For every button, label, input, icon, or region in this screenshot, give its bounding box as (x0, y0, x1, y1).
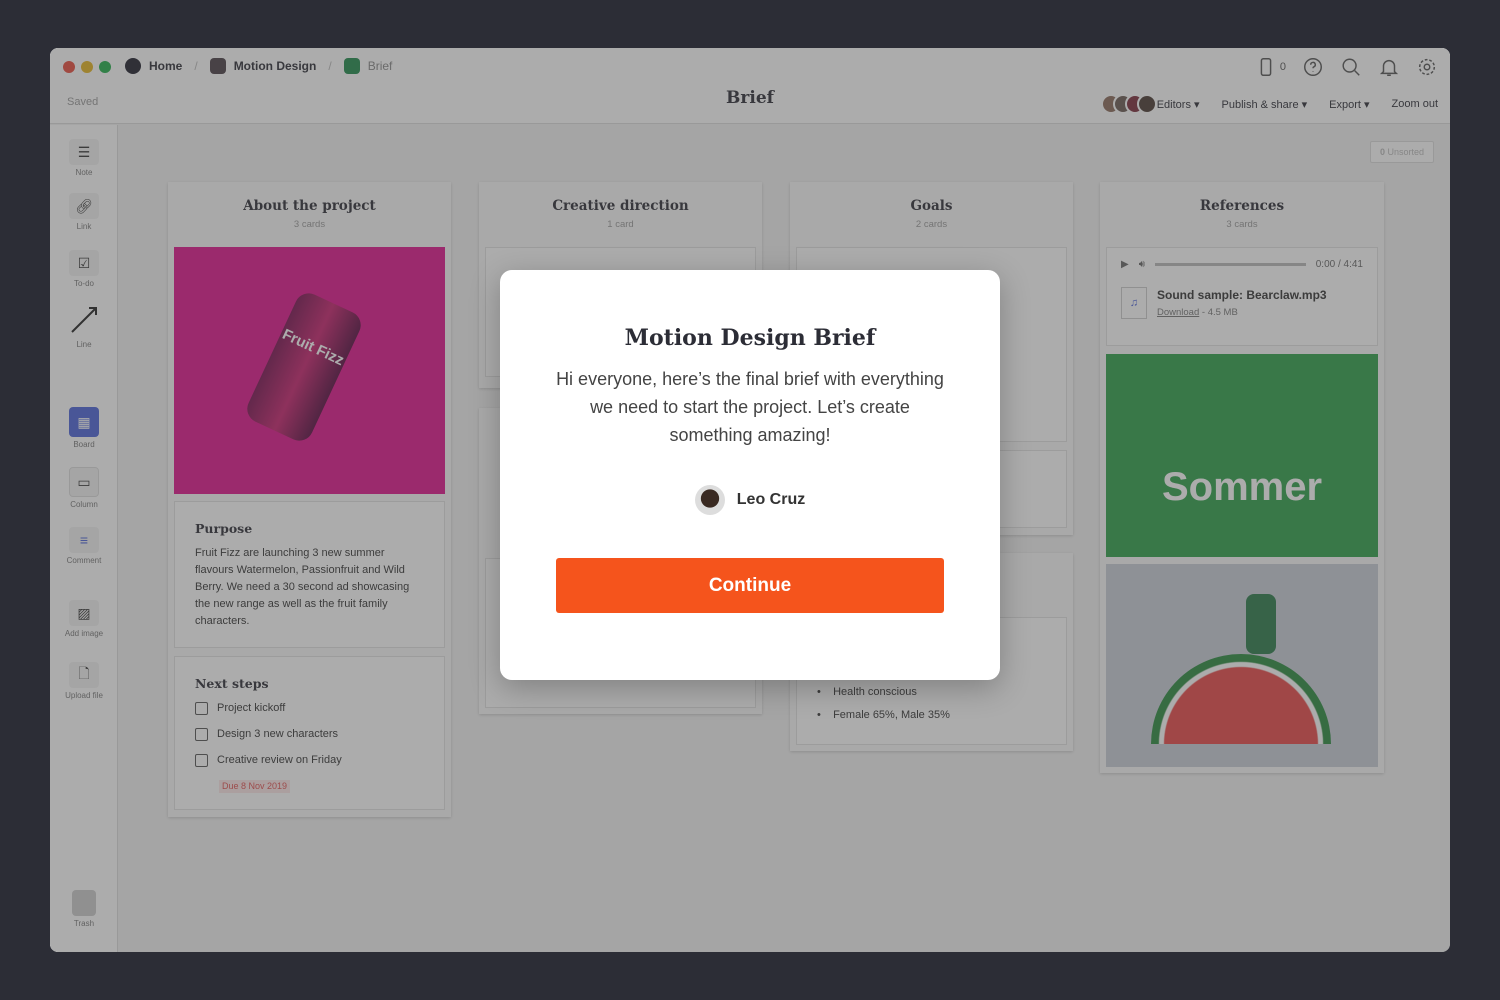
avatar (694, 485, 725, 515)
author-name: Leo Cruz (736, 491, 806, 508)
author: Leo Cruz (500, 485, 1000, 515)
modal-message: Hi everyone, here’s the final brief with… (556, 369, 944, 445)
continue-button[interactable]: Continue (556, 558, 944, 613)
welcome-modal: Motion Design Brief Hi everyone, here’s … (500, 270, 1000, 680)
modal-title: Motion Design Brief (624, 325, 876, 351)
